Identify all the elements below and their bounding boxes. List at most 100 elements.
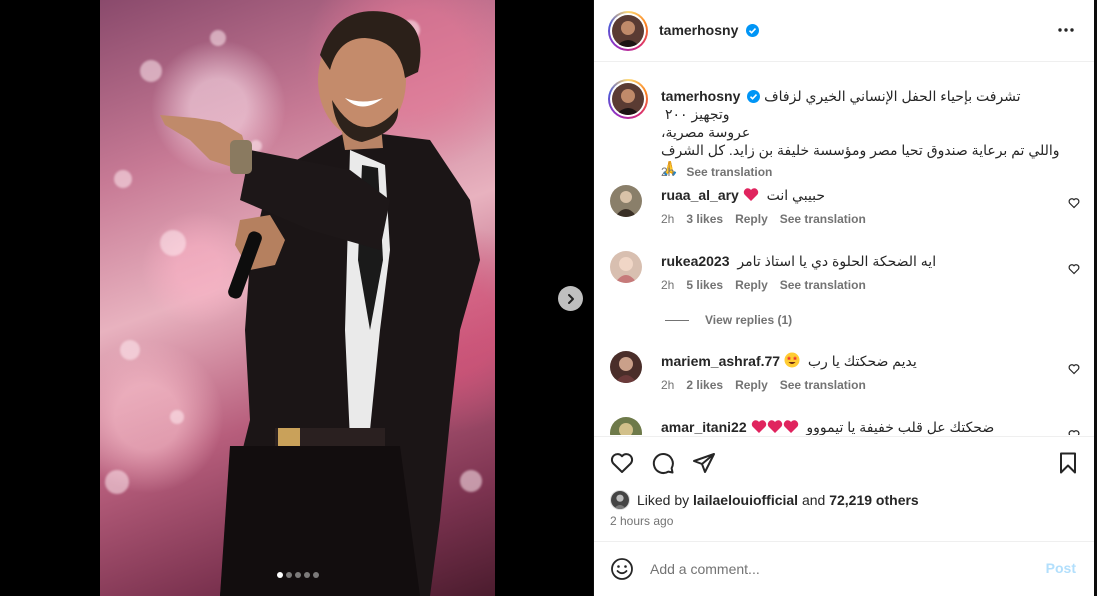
comment-text: حبيبي انت: [766, 187, 826, 203]
comment-meta: 2h 3 likes Reply See translation: [661, 212, 866, 226]
comment-input[interactable]: [650, 558, 1030, 580]
commenter-avatar[interactable]: [610, 185, 642, 217]
liked-by-middle: and: [801, 492, 826, 508]
comment-body: mariem_ashraf.77 يديم ضحكتك يا رب: [661, 352, 1061, 370]
red-heart-icon: [743, 188, 758, 201]
verified-badge-icon: [745, 24, 759, 37]
see-translation-link[interactable]: See translation: [780, 212, 866, 226]
view-replies-link[interactable]: View replies (1): [665, 313, 792, 327]
like-button[interactable]: [610, 451, 634, 478]
next-slide-button[interactable]: [558, 286, 583, 311]
emoji-picker-button[interactable]: [610, 557, 634, 584]
carousel-indicator: [277, 572, 319, 578]
likes-count[interactable]: 72,219 others: [829, 492, 919, 508]
share-button[interactable]: [692, 451, 716, 478]
caption-username[interactable]: tamerhosny: [661, 88, 740, 104]
commenter-avatar[interactable]: [610, 251, 642, 283]
three-red-hearts-icon: [751, 419, 803, 435]
heart-outline-icon: [1068, 264, 1080, 275]
post-timestamp: 2 hours ago: [610, 514, 674, 528]
comment-text: ايه الضحكة الحلوة دي يا استاذ تامر: [737, 253, 937, 269]
heart-icon: [610, 453, 634, 473]
carousel-dot: [313, 572, 319, 578]
comment-item: amar_itani22 ضحكتك عل قلب خفيفة يا تيموو…: [610, 417, 1080, 435]
carousel-dot: [277, 572, 283, 578]
more-horizontal-icon: [1058, 28, 1074, 32]
comment-username[interactable]: rukea2023: [661, 253, 730, 269]
reply-button[interactable]: Reply: [735, 212, 768, 226]
save-button[interactable]: [1056, 451, 1080, 478]
bookmark-icon: [1060, 452, 1076, 474]
comment-item: rukea2023 ايه الضحكة الحلوة دي يا استاذ …: [610, 251, 1080, 295]
chevron-right-icon: [567, 293, 574, 304]
comment-username[interactable]: ruaa_al_ary: [661, 187, 739, 203]
caption-line: عروسة مصرية،: [661, 124, 751, 140]
paper-plane-icon: [693, 453, 715, 473]
comment-item: mariem_ashraf.77 يديم ضحكتك يا رب 2h 2 l…: [610, 351, 1080, 395]
caption-body: tamerhosny تشرفت بإحياء الحفل الإنساني ا…: [661, 87, 1061, 177]
caption-time: 2h: [661, 165, 675, 179]
comment-username[interactable]: amar_itani22: [661, 419, 747, 435]
see-translation-link[interactable]: See translation: [780, 378, 866, 392]
header-username-row: tamerhosny: [659, 22, 759, 40]
comment-item: ruaa_al_ary حبيبي انت 2h 3 likes Reply S…: [610, 185, 1080, 229]
comment-bubble-icon: [652, 453, 674, 474]
see-translation-link[interactable]: See translation: [686, 165, 772, 179]
post-photo[interactable]: [100, 0, 495, 596]
add-comment-bar: Post: [594, 541, 1094, 596]
post-actions-bar: [594, 436, 1094, 486]
comment-button[interactable]: [651, 451, 675, 478]
carousel-dot: [286, 572, 292, 578]
comment-text: ضحكتك عل قلب خفيفة يا تيمووو: [806, 419, 995, 435]
comment-time: 2h: [661, 212, 675, 226]
comment-body: ruaa_al_ary حبيبي انت: [661, 186, 1061, 204]
carousel-dot: [295, 572, 301, 578]
comment-body: rukea2023 ايه الضحكة الحلوة دي يا استاذ …: [661, 252, 1061, 270]
like-comment-button[interactable]: [1068, 363, 1080, 378]
caption-avatar[interactable]: [608, 79, 648, 119]
post-comment-button[interactable]: Post: [1046, 560, 1076, 576]
comment-likes[interactable]: 3 likes: [686, 212, 723, 226]
carousel-dot: [304, 572, 310, 578]
author-avatar[interactable]: [608, 11, 648, 51]
comment-body: amar_itani22 ضحكتك عل قلب خفيفة يا تيموو…: [661, 418, 1061, 435]
comment-meta: 2h 2 likes Reply See translation: [661, 378, 866, 392]
heart-outline-icon: [1068, 364, 1080, 375]
avatar-image: [612, 15, 644, 47]
heart-outline-icon: [1068, 430, 1080, 435]
likes-summary: Liked by lailaelouiofficial and 72,219 o…: [610, 490, 919, 510]
commenter-avatar[interactable]: [610, 417, 642, 435]
comment-meta: 2h 5 likes Reply See translation: [661, 278, 866, 292]
star-struck-icon: [784, 352, 800, 368]
reply-button[interactable]: Reply: [735, 278, 768, 292]
like-comment-button[interactable]: [1068, 429, 1080, 435]
comments-list[interactable]: tamerhosny تشرفت بإحياء الحفل الإنساني ا…: [594, 63, 1094, 435]
commenter-avatar[interactable]: [610, 351, 642, 383]
liker-avatar[interactable]: [610, 490, 630, 510]
caption: tamerhosny تشرفت بإحياء الحفل الإنساني ا…: [608, 79, 1080, 179]
heart-outline-icon: [1068, 198, 1080, 209]
comment-username[interactable]: mariem_ashraf.77: [661, 353, 780, 369]
author-username[interactable]: tamerhosny: [659, 22, 738, 38]
like-comment-button[interactable]: [1068, 197, 1080, 212]
verified-badge-icon: [747, 90, 761, 103]
post-media: [0, 0, 593, 596]
caption-meta: 2h See translation: [661, 165, 772, 179]
liked-by-user[interactable]: lailaelouiofficial: [693, 492, 798, 508]
comment-text: يديم ضحكتك يا رب: [807, 353, 917, 369]
like-comment-button[interactable]: [1068, 263, 1080, 278]
post-header: tamerhosny: [594, 0, 1094, 62]
view-replies-label: View replies (1): [705, 313, 793, 327]
see-translation-link[interactable]: See translation: [780, 278, 866, 292]
comment-likes[interactable]: 5 likes: [686, 278, 723, 292]
post-side-panel: tamerhosny tamerhosny تشرفت بإحياء الحفل…: [594, 0, 1094, 596]
comment-likes[interactable]: 2 likes: [686, 378, 723, 392]
comment-time: 2h: [661, 278, 675, 292]
more-options-button[interactable]: [1056, 20, 1076, 43]
comment-time: 2h: [661, 378, 675, 392]
avatar-image: [612, 83, 644, 115]
reply-button[interactable]: Reply: [735, 378, 768, 392]
singer-figure: [160, 11, 480, 596]
liked-by-prefix: Liked by: [637, 492, 690, 508]
replies-divider: [665, 319, 689, 321]
